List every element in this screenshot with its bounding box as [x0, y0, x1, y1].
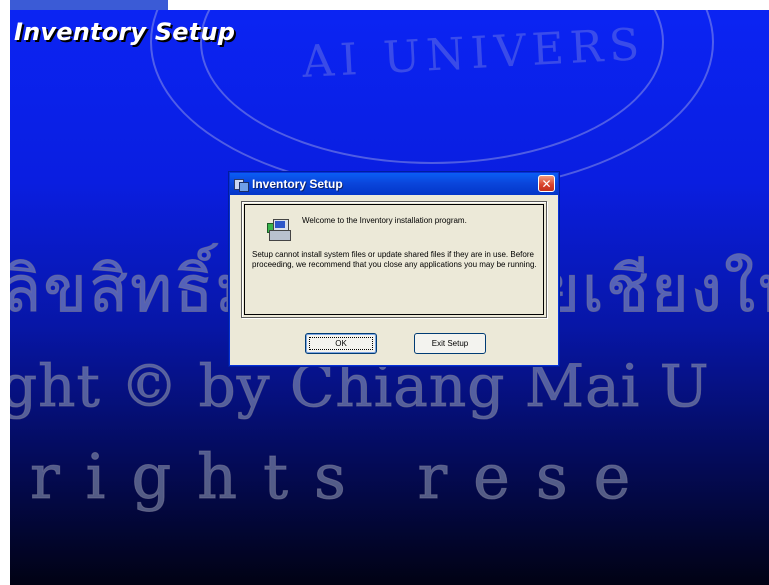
setup-dialog: Inventory Setup ✕ Welcome to the Invento… — [229, 172, 559, 366]
focus-rectangle — [309, 337, 373, 350]
dialog-title: Inventory Setup — [252, 177, 343, 191]
exit-setup-button-label: Exit Setup — [431, 339, 469, 348]
message-panel-frame: Welcome to the Inventory installation pr… — [244, 204, 544, 315]
computer-setup-icon — [267, 217, 293, 243]
close-icon: ✕ — [541, 177, 552, 191]
watermark-rights-text: rights rese — [29, 440, 657, 514]
exit-setup-button[interactable]: Exit Setup — [414, 333, 486, 354]
close-button[interactable]: ✕ — [538, 175, 555, 192]
setup-title: Inventory Setup — [14, 18, 236, 46]
warning-text: Setup cannot install system files or upd… — [252, 250, 537, 269]
ok-button[interactable]: OK — [305, 333, 377, 354]
watermark-seal-text: AI UNIVERS — [300, 19, 647, 88]
dialog-titlebar[interactable]: Inventory Setup ✕ — [230, 173, 558, 195]
watermark-seal-arc-inner — [200, 10, 664, 164]
message-panel: Welcome to the Inventory installation pr… — [241, 201, 547, 318]
welcome-text: Welcome to the Inventory installation pr… — [302, 216, 467, 225]
setup-window-icon — [234, 177, 249, 192]
corner-swatch — [0, 0, 168, 585]
